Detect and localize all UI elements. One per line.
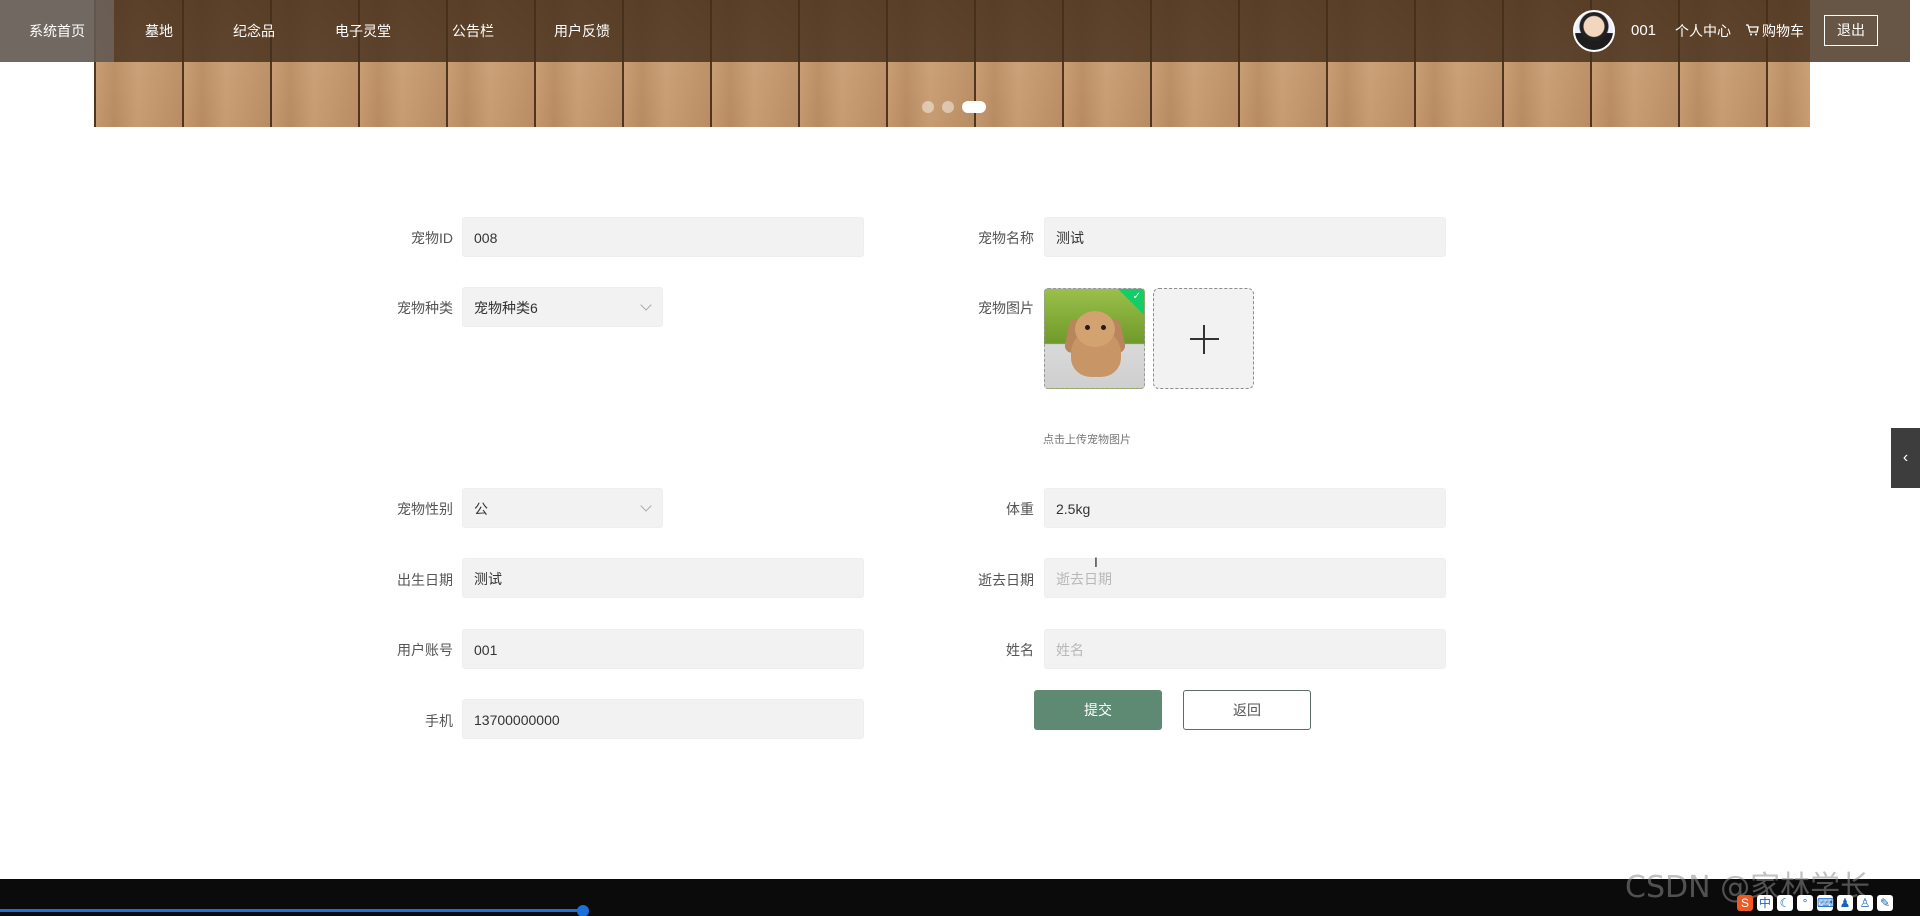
- sogou-icon[interactable]: S: [1737, 895, 1753, 911]
- pet-image-label: 宠物图片: [978, 300, 1034, 316]
- settings-icon[interactable]: °: [1797, 895, 1813, 911]
- user-account-input[interactable]: [474, 631, 863, 669]
- keyboard-icon[interactable]: ⌨: [1817, 895, 1834, 911]
- birth-date-label: 出生日期: [397, 572, 453, 588]
- nav-item-cemetery[interactable]: 墓地: [145, 0, 173, 62]
- carousel-indicators: [922, 101, 986, 113]
- carousel-dot-3[interactable]: [962, 101, 986, 113]
- username: 001: [1631, 22, 1657, 39]
- bunny-head: [1075, 311, 1115, 347]
- pet-id-label: 宠物ID: [411, 230, 453, 246]
- cart-link[interactable]: 购物车: [1745, 0, 1804, 62]
- chevron-down-icon: [640, 500, 652, 512]
- weight-field[interactable]: [1044, 488, 1446, 528]
- phone-label: 手机: [425, 713, 453, 729]
- birth-date-field[interactable]: [462, 558, 864, 598]
- pet-type-value: 宠物种类6: [474, 300, 538, 316]
- birth-date-input[interactable]: [474, 560, 863, 598]
- pet-id-field[interactable]: [462, 217, 864, 257]
- logout-button[interactable]: 退出: [1824, 15, 1878, 46]
- weight-label: 体重: [1006, 501, 1034, 517]
- back-button[interactable]: 返回: [1183, 690, 1311, 730]
- plus-icon: [1203, 325, 1205, 354]
- shirt-icon[interactable]: ♙: [1857, 895, 1873, 911]
- chevron-left-icon: ‹: [1902, 449, 1909, 466]
- nav-item-feedback[interactable]: 用户反馈: [554, 0, 610, 62]
- carousel-dot-2[interactable]: [942, 101, 954, 113]
- cart-icon: [1745, 0, 1759, 62]
- check-icon: ✓: [1132, 291, 1141, 302]
- bunny-eye: [1101, 325, 1106, 330]
- avatar[interactable]: [1573, 10, 1615, 52]
- pet-gender-label: 宠物性别: [397, 501, 453, 517]
- progress-handle[interactable]: [577, 905, 589, 916]
- pet-name-input[interactable]: [1056, 219, 1445, 257]
- pet-id-input[interactable]: [474, 219, 863, 257]
- ime-indicator[interactable]: 中: [1757, 895, 1773, 911]
- pet-gender-value: 公: [474, 501, 488, 517]
- death-date-input[interactable]: [1056, 560, 1445, 598]
- side-panel-toggle[interactable]: ‹: [1891, 428, 1920, 488]
- phone-input[interactable]: [474, 701, 863, 739]
- upload-hint: 点击上传宠物图片: [1043, 434, 1131, 446]
- name-input[interactable]: [1056, 631, 1445, 669]
- pet-name-label: 宠物名称: [978, 230, 1034, 246]
- top-navigation: 系统首页 墓地 纪念品 电子灵堂 公告栏 用户反馈 001 个人中心 购物车 退…: [0, 0, 1910, 62]
- name-label: 姓名: [1006, 642, 1034, 658]
- moon-icon[interactable]: ☾: [1777, 895, 1793, 911]
- system-tray: S 中 ☾ ° ⌨ ♟ ♙ ✎: [1737, 893, 1893, 913]
- text-cursor-icon: I: [1094, 554, 1098, 570]
- image-upload-button[interactable]: [1153, 288, 1254, 389]
- nav-item-announcements[interactable]: 公告栏: [452, 0, 494, 62]
- nav-item-memorial-hall[interactable]: 电子灵堂: [335, 0, 391, 62]
- pet-type-select[interactable]: 宠物种类6: [462, 287, 663, 327]
- user-center-link[interactable]: 个人中心: [1675, 0, 1731, 62]
- cart-label: 购物车: [1762, 23, 1804, 39]
- pet-name-field[interactable]: [1044, 217, 1446, 257]
- pet-type-label: 宠物种类: [397, 300, 453, 316]
- user-icon[interactable]: ♟: [1837, 895, 1853, 911]
- user-account-label: 用户账号: [397, 642, 453, 658]
- nav-item-home[interactable]: 系统首页: [0, 0, 114, 62]
- phone-field[interactable]: [462, 699, 864, 739]
- pet-image-thumbnail[interactable]: ✓: [1044, 288, 1145, 389]
- bunny-eye: [1085, 325, 1090, 330]
- user-account-field[interactable]: [462, 629, 864, 669]
- weight-input[interactable]: [1056, 490, 1445, 528]
- carousel-dot-1[interactable]: [922, 101, 934, 113]
- death-date-label: 逝去日期: [978, 572, 1034, 588]
- name-field[interactable]: [1044, 629, 1446, 669]
- submit-button[interactable]: 提交: [1034, 690, 1162, 730]
- pet-gender-select[interactable]: 公: [462, 488, 663, 528]
- death-date-field[interactable]: [1044, 558, 1446, 598]
- chevron-down-icon: [640, 299, 652, 311]
- nav-item-souvenirs[interactable]: 纪念品: [233, 0, 275, 62]
- tool-icon[interactable]: ✎: [1877, 895, 1893, 911]
- progress-line: [0, 909, 580, 912]
